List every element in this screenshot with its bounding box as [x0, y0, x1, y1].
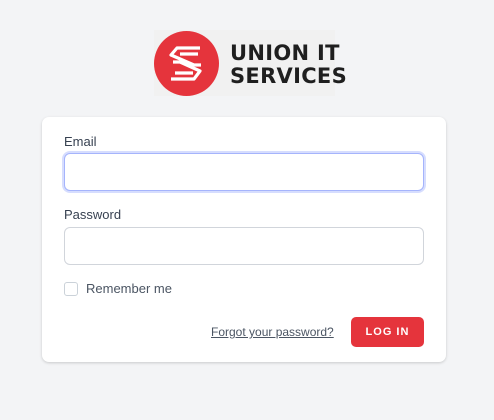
company-logo: UNION IT SERVICES — [154, 30, 347, 96]
password-field[interactable] — [64, 227, 424, 265]
remember-me[interactable]: Remember me — [64, 281, 172, 296]
company-name-line-1: UNION IT — [230, 41, 340, 65]
email-field[interactable] — [64, 153, 424, 191]
email-label: Email — [64, 134, 97, 149]
company-name: UNION IT SERVICES — [230, 42, 347, 88]
remember-me-label[interactable]: Remember me — [86, 281, 172, 296]
remember-me-checkbox[interactable] — [64, 281, 78, 296]
login-button[interactable]: LOG IN — [351, 317, 424, 347]
password-label: Password — [64, 207, 122, 222]
login-card: Email Password Remember me Forgot your p… — [42, 117, 446, 362]
stacked-s-logo-icon — [154, 31, 219, 96]
forgot-password-link[interactable]: Forgot your password? — [211, 325, 334, 339]
company-name-line-2: SERVICES — [230, 64, 347, 88]
